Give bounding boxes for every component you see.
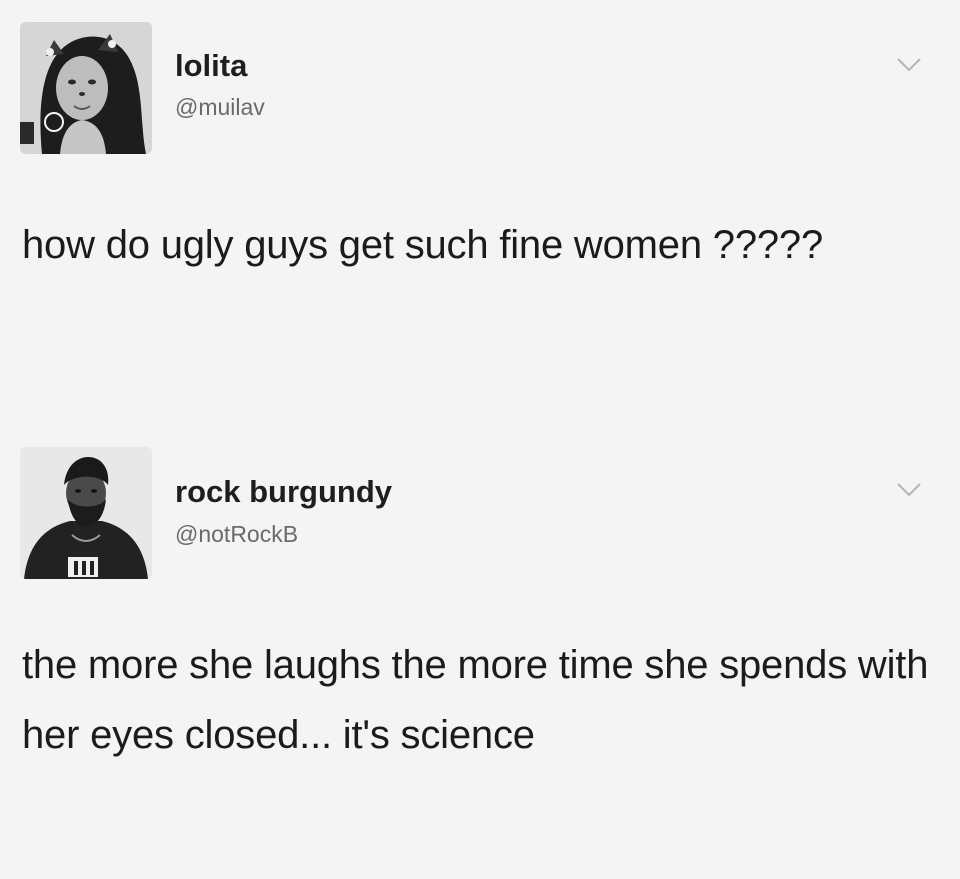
chevron-down-icon[interactable] <box>896 56 922 74</box>
avatar[interactable] <box>20 447 152 579</box>
tweet-text: how do ugly guys get such fine women ???… <box>22 223 824 267</box>
display-name[interactable]: rock burgundy <box>175 474 392 510</box>
tweet-reply: rock burgundy @notRockB the more she lau… <box>0 430 960 879</box>
avatar[interactable] <box>20 22 152 154</box>
chevron-down-icon[interactable] <box>896 481 922 499</box>
tweet-text: the more she laughs the more time she sp… <box>22 643 929 757</box>
tweet-original: lolita @muilav how do ugly guys get such… <box>0 0 960 430</box>
display-name[interactable]: lolita <box>175 48 247 84</box>
user-handle[interactable]: @muilav <box>175 94 265 121</box>
avatar-rock-burgundy-image <box>20 447 152 579</box>
user-handle[interactable]: @notRockB <box>175 521 298 548</box>
tweet-screenshot: lolita @muilav how do ugly guys get such… <box>0 0 960 879</box>
avatar-lolita-image <box>20 22 152 154</box>
